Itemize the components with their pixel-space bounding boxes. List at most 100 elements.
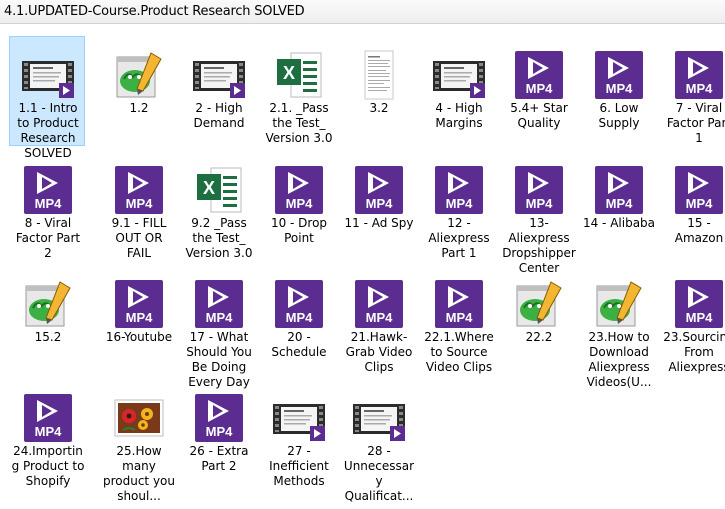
document-icon bbox=[353, 49, 405, 101]
file-item[interactable]: MP4 14 - Alibaba bbox=[580, 151, 656, 261]
text-file-icon bbox=[593, 278, 645, 330]
svg-text:MP4: MP4 bbox=[366, 196, 394, 211]
video-thumbnail-icon bbox=[273, 392, 325, 444]
svg-text:MP4: MP4 bbox=[446, 196, 474, 211]
file-name-label: 22.2 bbox=[525, 330, 553, 344]
file-item[interactable]: 25.How many product you shoul... bbox=[100, 379, 176, 503]
file-item[interactable]: 27 - Inefficient Methods bbox=[260, 379, 336, 489]
file-name-label: 15 - Amazon bbox=[674, 216, 724, 245]
file-name-label: 27 - Inefficient Methods bbox=[269, 444, 329, 488]
text-file-icon bbox=[22, 278, 74, 330]
mp4-icon: MP4 bbox=[513, 49, 565, 101]
mp4-icon: MP4 bbox=[673, 278, 725, 330]
excel-icon: X bbox=[273, 49, 325, 101]
file-name-label: 23.How to Download Aliexpress Videos(U..… bbox=[586, 330, 652, 389]
file-name-label: 7 - Viral Factor Part 1 bbox=[666, 101, 725, 145]
file-name-label: 3.2 bbox=[369, 101, 389, 115]
text-file-icon bbox=[513, 278, 565, 330]
file-name-label: 28 - Unnecessary Qualificat... bbox=[343, 444, 415, 503]
mp4-icon: MP4 bbox=[273, 278, 325, 330]
file-item[interactable]: MP4 23.Sourcing From Aliexpress bbox=[660, 265, 725, 375]
excel-icon: X bbox=[193, 164, 245, 216]
file-item[interactable]: MP4 17 - What Should You Be Doing Every D… bbox=[180, 265, 256, 389]
file-item[interactable]: MP4 22.1.Where to Source Video Clips bbox=[420, 265, 496, 375]
svg-text:MP4: MP4 bbox=[686, 196, 714, 211]
file-name-label: 6. Low Supply bbox=[598, 101, 640, 130]
svg-text:X: X bbox=[203, 178, 215, 198]
mp4-icon: MP4 bbox=[113, 164, 165, 216]
file-item[interactable]: MP4 15 - Amazon bbox=[660, 151, 725, 261]
file-item[interactable]: 22.2 bbox=[500, 265, 576, 375]
file-item[interactable]: MP4 13-Aliexpress Dropshipper Center bbox=[500, 151, 576, 275]
file-item[interactable]: 3.2 bbox=[340, 36, 416, 146]
video-thumbnail-icon bbox=[433, 49, 485, 101]
mp4-icon: MP4 bbox=[353, 278, 405, 330]
svg-text:MP4: MP4 bbox=[686, 310, 714, 325]
file-item[interactable]: MP4 8 - Viral Factor Part 2 bbox=[9, 151, 85, 261]
video-thumbnail-icon bbox=[193, 49, 245, 101]
mp4-icon: MP4 bbox=[113, 278, 165, 330]
file-item[interactable]: X 9.2 _Pass the Test_ Version 3.0 bbox=[180, 151, 256, 261]
file-item[interactable]: MP4 7 - Viral Factor Part 1 bbox=[660, 36, 725, 146]
mp4-icon: MP4 bbox=[193, 392, 245, 444]
text-file-icon bbox=[113, 49, 165, 101]
svg-text:MP4: MP4 bbox=[35, 196, 63, 211]
image-icon bbox=[113, 392, 165, 444]
file-name-label: 26 - Extra Part 2 bbox=[189, 444, 249, 473]
file-item[interactable]: MP4 10 - Drop Point bbox=[260, 151, 336, 261]
file-name-label: 25.How many product you shoul... bbox=[102, 444, 176, 503]
file-item[interactable]: 2 - High Demand bbox=[180, 36, 256, 146]
file-item[interactable]: 1.1 - Intro to Product Research SOLVED bbox=[9, 36, 85, 160]
file-name-label: 20 - Schedule bbox=[271, 330, 327, 359]
file-name-label: 9.2 _Pass the Test_ Version 3.0 bbox=[185, 216, 253, 260]
video-thumbnail-icon bbox=[353, 392, 405, 444]
file-item[interactable]: MP4 5.4+ Star Quality bbox=[500, 36, 576, 146]
address-bar[interactable]: 4.1.UPDATED-Course.Product Research SOLV… bbox=[0, 0, 725, 24]
mp4-icon: MP4 bbox=[593, 49, 645, 101]
svg-text:MP4: MP4 bbox=[35, 424, 63, 439]
file-item[interactable]: 1.2 bbox=[100, 36, 176, 146]
svg-text:MP4: MP4 bbox=[206, 310, 234, 325]
mp4-icon: MP4 bbox=[433, 164, 485, 216]
file-name-label: 15.2 bbox=[34, 330, 62, 344]
file-name-label: 8 - Viral Factor Part 2 bbox=[15, 216, 81, 260]
svg-text:MP4: MP4 bbox=[526, 81, 554, 96]
mp4-icon: MP4 bbox=[673, 164, 725, 216]
folder-title: 4.1.UPDATED-Course.Product Research SOLV… bbox=[4, 4, 305, 19]
file-name-label: 16-Youtube bbox=[105, 330, 173, 344]
file-item[interactable]: 23.How to Download Aliexpress Videos(U..… bbox=[580, 265, 656, 389]
file-item[interactable]: X 2.1. _Pass the Test_ Version 3.0 bbox=[260, 36, 336, 146]
svg-text:MP4: MP4 bbox=[366, 310, 394, 325]
mp4-icon: MP4 bbox=[593, 164, 645, 216]
file-item[interactable]: MP4 21.Hawk-Grab Video Clips bbox=[340, 265, 416, 375]
mp4-icon: MP4 bbox=[353, 164, 405, 216]
file-item[interactable]: MP4 12 - Aliexpress Part 1 bbox=[420, 151, 496, 261]
file-name-label: 21.Hawk-Grab Video Clips bbox=[345, 330, 413, 374]
file-name-label: 12 - Aliexpress Part 1 bbox=[428, 216, 490, 260]
svg-text:MP4: MP4 bbox=[686, 81, 714, 96]
file-name-label: 14 - Alibaba bbox=[582, 216, 656, 230]
svg-text:MP4: MP4 bbox=[606, 81, 634, 96]
svg-text:MP4: MP4 bbox=[286, 310, 314, 325]
svg-text:MP4: MP4 bbox=[606, 196, 634, 211]
svg-text:MP4: MP4 bbox=[206, 424, 234, 439]
file-item[interactable]: 4 - High Margins bbox=[420, 36, 496, 146]
file-item[interactable]: 15.2 bbox=[9, 265, 85, 375]
mp4-icon: MP4 bbox=[433, 278, 485, 330]
svg-text:MP4: MP4 bbox=[526, 196, 554, 211]
file-name-label: 4 - High Margins bbox=[435, 101, 483, 130]
mp4-icon: MP4 bbox=[513, 164, 565, 216]
file-item[interactable]: MP4 16-Youtube bbox=[100, 265, 176, 375]
file-item[interactable]: MP4 11 - Ad Spy bbox=[340, 151, 416, 261]
file-item[interactable]: MP4 9.1 - FILL OUT OR FAIL bbox=[100, 151, 176, 261]
mp4-icon: MP4 bbox=[22, 164, 74, 216]
mp4-icon: MP4 bbox=[273, 164, 325, 216]
svg-text:MP4: MP4 bbox=[446, 310, 474, 325]
file-item[interactable]: MP4 24.Importing Product to Shopify bbox=[9, 379, 85, 489]
file-name-label: 2 - High Demand bbox=[193, 101, 245, 130]
file-item[interactable]: 28 - Unnecessary Qualificat... bbox=[340, 379, 416, 503]
file-item[interactable]: MP4 6. Low Supply bbox=[580, 36, 656, 146]
file-name-label: 10 - Drop Point bbox=[270, 216, 328, 245]
file-item[interactable]: MP4 20 - Schedule bbox=[260, 265, 336, 375]
file-item[interactable]: MP4 26 - Extra Part 2 bbox=[180, 379, 256, 489]
